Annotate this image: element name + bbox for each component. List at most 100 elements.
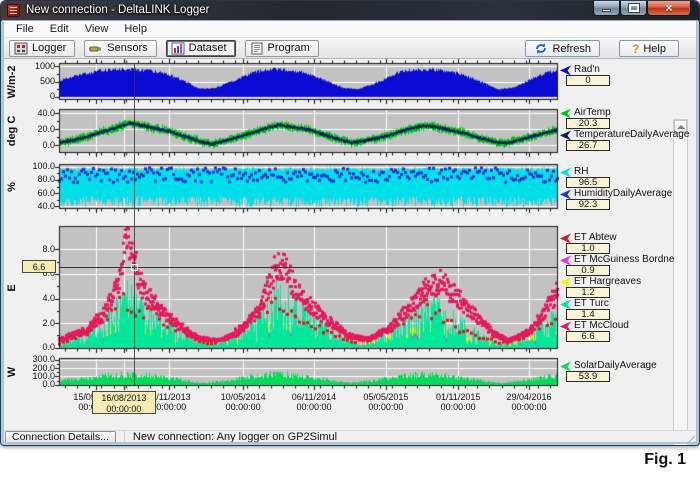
x-tick-date: 10/05/2014 [220, 392, 266, 402]
plot-evapotranspiration[interactable] [51, 221, 560, 356]
legend-humidity: RH 96.5 HumidityDailyAverage 92.3 [559, 167, 693, 211]
refresh-label: Refresh [552, 42, 591, 55]
y-axis-unit-temperature: deg C [6, 115, 18, 147]
x-tick-label: 10/05/2014 00:00:00 [208, 392, 278, 412]
series-cursor-value: 92.3 [566, 199, 610, 210]
refresh-icon [536, 43, 547, 54]
series-name: Rad'n [574, 64, 600, 75]
refresh-button[interactable]: Refresh [525, 40, 600, 57]
y-tick-label: 1000 [34, 60, 55, 71]
x-tick-label: 06/11/2014 00:00:00 [279, 392, 349, 412]
resize-grip[interactable] [684, 432, 695, 443]
maximize-button[interactable] [620, 1, 647, 16]
series-arrow-icon [560, 277, 571, 287]
series-cursor-value: 96.5 [566, 177, 610, 188]
app-icon [7, 4, 20, 17]
series-name: ET McCloud [574, 320, 629, 331]
statusbar: Connection Details... New connection: An… [4, 430, 696, 444]
x-tick-date: 01/11/2015 [435, 392, 481, 402]
plot-radiation[interactable] [51, 58, 560, 107]
series-arrow-icon [560, 321, 571, 331]
legend-temperature: AirTemp 20.3 TemperatureDailyAverage 26.7 [559, 108, 693, 152]
program-icon [251, 42, 263, 54]
series-arrow-icon [560, 130, 571, 140]
minimize-button[interactable] [593, 1, 620, 16]
x-tick-time: 00:00:00 [440, 402, 476, 412]
series-arrow-icon [560, 233, 571, 243]
plot-humidity[interactable] [51, 159, 560, 216]
series-name: ET Turc [574, 298, 609, 309]
series-name: TemperatureDailyAverage [574, 129, 690, 140]
close-button[interactable]: × [647, 1, 691, 16]
maximize-icon [627, 3, 640, 13]
series-arrow-icon [560, 255, 571, 265]
menu-view[interactable]: View [77, 22, 117, 36]
minimize-icon [602, 9, 611, 12]
sensors-icon [89, 46, 102, 51]
program-tab-label: Program [267, 42, 310, 54]
toolbar: Logger Sensors Dataset Program Refresh ?… [4, 38, 698, 59]
plot-solar[interactable] [51, 353, 560, 393]
legend-item: TemperatureDailyAverage 26.7 [559, 130, 693, 151]
cursor-vertical-line[interactable] [134, 63, 135, 386]
series-cursor-value: 26.7 [566, 140, 610, 151]
menu-help[interactable]: Help [116, 22, 155, 36]
y-tick-label: 40.0 [37, 200, 55, 211]
cursor-et-value-box[interactable]: 6.6 [22, 260, 56, 273]
y-axis-unit-humidity: % [6, 181, 18, 192]
connection-details-button[interactable]: Connection Details... [5, 431, 116, 444]
y-tick-label: 60.0 [37, 187, 55, 198]
x-tick-date: 29/04/2016 [506, 392, 552, 402]
y-tick-label: 500 [39, 76, 55, 86]
series-name: AirTemp [574, 107, 611, 118]
x-tick-date: 06/11/2014 [291, 392, 337, 402]
series-cursor-value: 53.9 [566, 371, 610, 382]
series-arrow-icon [560, 65, 571, 75]
sensors-tab-label: Sensors [107, 42, 148, 54]
x-tick-time: 00:00:00 [368, 402, 404, 412]
series-arrow-icon [560, 189, 571, 199]
series-cursor-value: 20.3 [566, 118, 610, 129]
program-tab-button[interactable]: Program [244, 39, 319, 57]
cursor-date-box[interactable]: 16/08/2013 00:00:00 [91, 391, 156, 414]
x-tick-date: 05/05/2015 [363, 392, 409, 402]
y-tick-label: 200.0 [32, 362, 55, 373]
dataset-tab-label: Dataset [188, 42, 227, 54]
series-cursor-value: 1.2 [566, 287, 610, 298]
dataset-icon [171, 42, 185, 54]
legend-item: ET Turc 1.4 [559, 299, 693, 320]
y-tick-label: 100.0 [32, 161, 55, 172]
series-cursor-value: 0.9 [566, 265, 610, 276]
menu-file[interactable]: File [8, 22, 42, 36]
app-window: New connection - DeltaLINK Logger × File… [0, 0, 700, 446]
legend-item: SolarDailyAverage 53.9 [559, 361, 693, 382]
cursor-time: 00:00:00 [106, 404, 142, 414]
series-cursor-value: 1.0 [566, 243, 610, 254]
legend-radiation: Rad'n 0 [559, 65, 693, 87]
window-title: New connection - DeltaLINK Logger [26, 4, 210, 16]
status-text: New connection: Any logger on GP2Simul [123, 431, 337, 444]
y-tick-label: 2.0 [42, 317, 55, 328]
y-tick-label: 0 [21, 92, 55, 101]
x-tick-label: 01/11/2015 00:00:00 [423, 392, 493, 412]
legend-item: HumidityDailyAverage 92.3 [559, 189, 693, 210]
series-cursor-value: 0 [566, 75, 610, 86]
help-button[interactable]: ? Help [619, 40, 679, 57]
legend-item: ET Hargreaves 1.2 [559, 277, 693, 298]
y-tick-label: 8.0 [42, 243, 55, 254]
logger-tab-label: Logger [32, 42, 67, 54]
cursor-marker[interactable] [131, 264, 138, 271]
menubar: File Edit View Help [4, 21, 698, 38]
y-tick-label: 4.0 [42, 293, 55, 304]
y-tick-label: 0.0 [42, 379, 55, 390]
dataset-tab-button[interactable]: Dataset [165, 39, 236, 57]
series-cursor-value: 6.6 [566, 331, 610, 342]
help-label: Help [643, 42, 666, 55]
legend-item: Rad'n 0 [559, 65, 693, 86]
close-icon: × [665, 1, 673, 15]
x-tick-label: 05/05/2015 00:00:00 [351, 392, 421, 412]
y-tick-label: 100.0 [32, 370, 55, 381]
menu-edit[interactable]: Edit [42, 22, 77, 36]
sensors-tab-button[interactable]: Sensors [84, 39, 157, 57]
plot-temperature[interactable] [51, 104, 560, 160]
